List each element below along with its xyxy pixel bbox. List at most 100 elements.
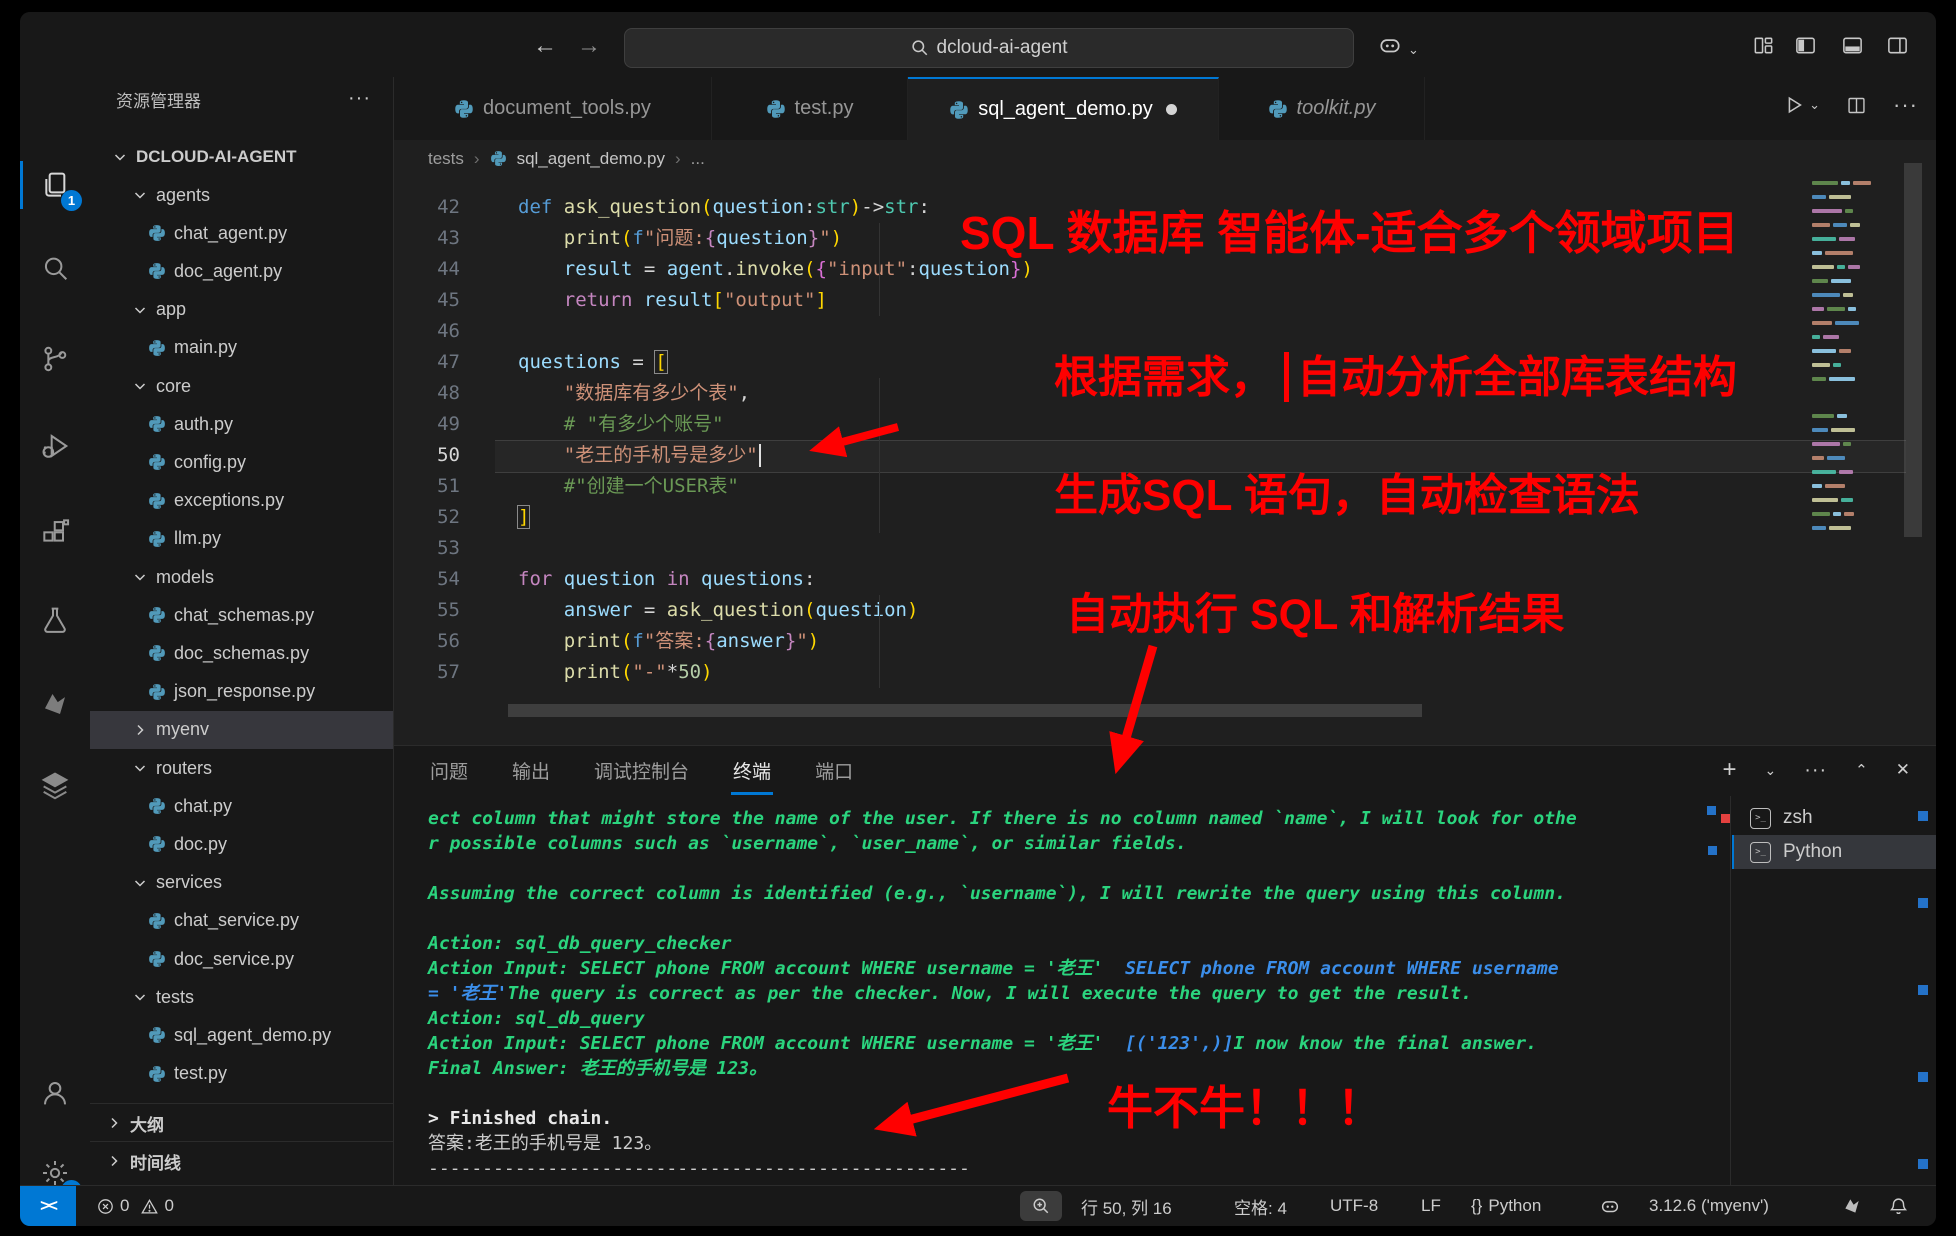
toggle-primary-sidebar-icon[interactable] [1794, 34, 1817, 57]
terminal-instance-Python[interactable]: >_Python [1732, 835, 1936, 869]
sidebar-more-actions-icon[interactable]: ··· [348, 87, 371, 110]
tree-item-doc.py[interactable]: doc.py [90, 825, 393, 863]
tree-item-doc_agent.py[interactable]: doc_agent.py [90, 252, 393, 290]
remote-indicator[interactable]: >< [20, 1186, 76, 1226]
tree-item-json_response.py[interactable]: json_response.py [90, 673, 393, 711]
sidebar-section-大纲[interactable]: 大纲 [90, 1103, 393, 1142]
problems-status[interactable]: 0 0 [97, 1186, 174, 1226]
activity-testing-icon[interactable] [20, 588, 90, 652]
chevron-right-icon [106, 1153, 122, 1169]
copilot-chevron-icon[interactable]: ⌄ [1408, 42, 1419, 58]
tree-item-llm.py[interactable]: llm.py [90, 520, 393, 558]
terminal-dropdown-chevron-icon[interactable]: ⌄ [1764, 762, 1776, 779]
terminal-instance-zsh[interactable]: >_zsh [1732, 801, 1936, 835]
tree-item-myenv[interactable]: myenv [90, 711, 393, 749]
tree-item-exceptions.py[interactable]: exceptions.py [90, 482, 393, 520]
minimap-line [1812, 442, 1851, 446]
forward-arrow-icon[interactable]: → [577, 34, 601, 58]
panel-tab-调试控制台[interactable]: 调试控制台 [592, 745, 691, 795]
tree-item-sql_agent_demo.py[interactable]: sql_agent_demo.py [90, 1016, 393, 1054]
text-cursor [759, 444, 762, 467]
tab-sql_agent_demo.py[interactable]: sql_agent_demo.py [908, 77, 1219, 140]
extension-status-icon[interactable] [1842, 1186, 1862, 1226]
tree-item-main.py[interactable]: main.py [90, 329, 393, 367]
notifications-bell-icon[interactable] [1889, 1186, 1908, 1226]
python-file-icon [148, 912, 166, 930]
tab-document_tools.py[interactable]: document_tools.py [394, 77, 712, 140]
activity-extensions-icon[interactable] [20, 501, 90, 565]
zoom-status-button[interactable] [1020, 1186, 1062, 1226]
encoding-status[interactable]: UTF-8 [1330, 1186, 1378, 1226]
activity-source-control-icon[interactable] [20, 327, 90, 391]
editor-horizontal-scrollbar[interactable] [508, 704, 1422, 717]
tree-item-test.py[interactable]: test.py [90, 1055, 393, 1093]
tab-test.py[interactable]: test.py [712, 77, 908, 140]
tab-toolkit.py[interactable]: toolkit.py [1219, 77, 1425, 140]
terminal-decoration [1721, 814, 1730, 823]
python-file-icon [148, 339, 166, 357]
activity-extension-logo-icon[interactable] [20, 672, 90, 736]
copilot-status-icon[interactable] [1599, 1186, 1621, 1226]
new-terminal-icon[interactable]: + [1722, 756, 1736, 784]
cursor-position-status[interactable]: 行 50, 列 16 [1081, 1186, 1172, 1226]
tree-item-chat.py[interactable]: chat.py [90, 787, 393, 825]
panel-tab-输出[interactable]: 输出 [510, 745, 552, 795]
tree-item-services[interactable]: services [90, 864, 393, 902]
command-center-search[interactable]: dcloud-ai-agent [624, 28, 1354, 68]
explorer-sidebar: 资源管理器 ··· DCLOUD-AI-AGENTagentschat_agen… [90, 77, 394, 1186]
editor-more-actions-icon[interactable]: ··· [1893, 92, 1918, 118]
close-panel-icon[interactable]: ✕ [1896, 760, 1910, 780]
customize-layout-icon[interactable] [1752, 34, 1775, 57]
minimap-line [1812, 251, 1853, 255]
activity-layers-icon[interactable] [20, 753, 90, 817]
minimap-line [1812, 209, 1853, 213]
chevron-right-icon [132, 722, 148, 738]
tree-item-doc_schemas.py[interactable]: doc_schemas.py [90, 634, 393, 672]
maximize-panel-icon[interactable]: ⌃ [1855, 761, 1868, 779]
tree-item-auth.py[interactable]: auth.py [90, 405, 393, 443]
activity-search-icon[interactable] [20, 237, 90, 301]
tree-item-routers[interactable]: routers [90, 749, 393, 787]
python-interpreter-status[interactable]: 3.12.6 ('myenv') [1649, 1186, 1769, 1226]
panel-tab-问题[interactable]: 问题 [428, 745, 470, 795]
chevron-down-icon [132, 302, 148, 318]
eol-status[interactable]: LF [1421, 1186, 1441, 1226]
indentation-status[interactable]: 空格: 4 [1234, 1186, 1287, 1226]
tree-item-doc_service.py[interactable]: doc_service.py [90, 940, 393, 978]
copilot-icon[interactable] [1377, 32, 1403, 58]
tree-item-agents[interactable]: agents [90, 176, 393, 214]
tree-item-models[interactable]: models [90, 558, 393, 596]
run-python-button[interactable]: ⌄ [1783, 94, 1820, 116]
tree-root-DCLOUD-AI-AGENT[interactable]: DCLOUD-AI-AGENT [90, 138, 393, 176]
editor-vertical-scrollbar[interactable] [1904, 163, 1922, 537]
tree-item-chat_service.py[interactable]: chat_service.py [90, 902, 393, 940]
tree-item-tests[interactable]: tests [90, 978, 393, 1016]
editor-tab-bar: document_tools.pytest.pysql_agent_demo.p… [394, 77, 1936, 140]
editor-actions: ⌄ ··· [1783, 92, 1918, 118]
tree-item-core[interactable]: core [90, 367, 393, 405]
language-mode-status[interactable]: {}Python [1471, 1186, 1541, 1226]
tree-item-app[interactable]: app [90, 291, 393, 329]
panel-tab-端口[interactable]: 端口 [813, 745, 855, 795]
split-editor-icon[interactable] [1846, 95, 1867, 116]
panel-tab-终端[interactable]: 终端 [731, 745, 773, 795]
activity-run-debug-icon[interactable] [20, 414, 90, 478]
activity-account-icon[interactable] [20, 1061, 90, 1125]
toggle-secondary-sidebar-icon[interactable] [1886, 34, 1909, 57]
minimap[interactable] [1808, 177, 1898, 597]
sidebar-section-时间线[interactable]: 时间线 [90, 1141, 393, 1180]
python-file-icon [148, 835, 166, 853]
breadcrumb-file: sql_agent_demo.py [517, 149, 665, 169]
tree-item-chat_agent.py[interactable]: chat_agent.py [90, 214, 393, 252]
activity-explorer-icon[interactable]: 1 [20, 153, 90, 217]
python-file-icon [148, 1065, 166, 1083]
toggle-panel-icon[interactable] [1841, 34, 1864, 57]
tree-item-chat_schemas.py[interactable]: chat_schemas.py [90, 596, 393, 634]
tree-item-config.py[interactable]: config.py [90, 443, 393, 481]
python-file-icon [148, 950, 166, 968]
dirty-dot-icon[interactable] [1166, 104, 1177, 115]
breadcrumb[interactable]: tests › sql_agent_demo.py › ... [428, 140, 705, 177]
panel-more-actions-icon[interactable]: ··· [1804, 759, 1827, 782]
back-arrow-icon[interactable]: ← [533, 34, 557, 58]
chevron-right-icon: › [474, 149, 480, 169]
